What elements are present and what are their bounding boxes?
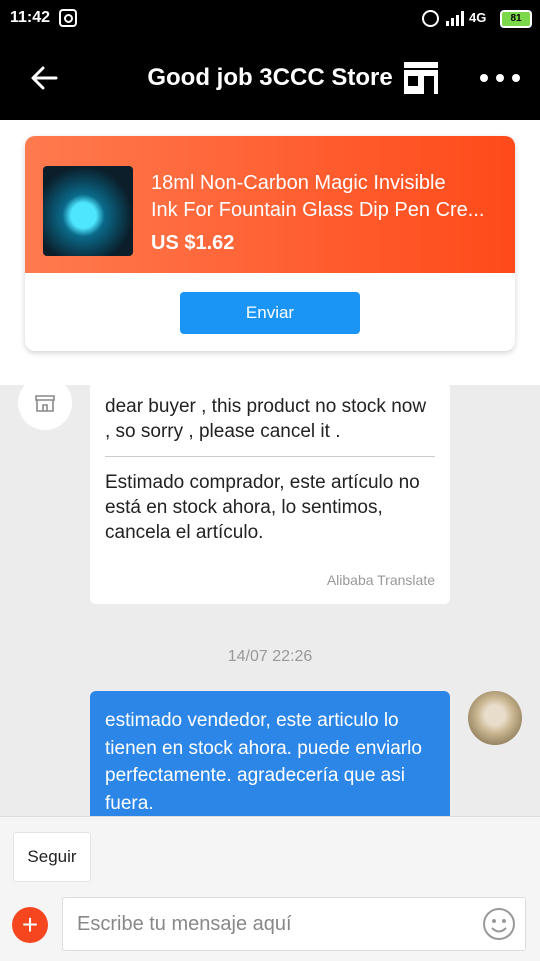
- product-thumbnail[interactable]: [43, 166, 133, 256]
- emoji-icon[interactable]: [482, 907, 516, 941]
- user-avatar[interactable]: [468, 691, 522, 745]
- product-card[interactable]: 18ml Non-Carbon Magic Invisible Ink For …: [25, 136, 515, 351]
- network-type: 4G: [469, 10, 487, 25]
- status-time: 11:42: [10, 9, 51, 26]
- more-dots-icon[interactable]: [480, 74, 520, 84]
- follow-button[interactable]: Seguir: [13, 832, 91, 882]
- translation-divider: [105, 456, 435, 457]
- store-icon[interactable]: [402, 60, 440, 96]
- alarm-icon: [422, 10, 439, 27]
- signal-icon: [446, 10, 466, 26]
- chat-header: Good job 3CCC Store: [0, 38, 540, 120]
- message-timestamp: 14/07 22:26: [227, 648, 313, 665]
- incoming-message[interactable]: dear buyer , this product no stock now ,…: [90, 382, 450, 604]
- send-product-button[interactable]: Enviar: [180, 292, 360, 334]
- battery-icon: 81: [500, 10, 532, 28]
- instagram-icon: [59, 9, 77, 27]
- page-title: Good job 3CCC Store: [147, 64, 393, 91]
- store-icon: [35, 393, 55, 413]
- add-attachment-button[interactable]: +: [12, 907, 48, 943]
- product-name-line1: 18ml Non-Carbon Magic Invisible: [151, 172, 446, 194]
- message-text: estimado vendedor, este articulo lo tien…: [105, 710, 422, 814]
- product-price: US $1.62: [151, 232, 235, 254]
- message-translation: Estimado comprador, este artículo no est…: [105, 472, 420, 543]
- outgoing-message[interactable]: estimado vendedor, este articulo lo tien…: [90, 691, 450, 816]
- status-bar: 11:42 4G 81: [0, 0, 540, 38]
- message-input[interactable]: [62, 897, 526, 951]
- message-text: dear buyer , this product no stock now ,…: [105, 396, 427, 442]
- product-info[interactable]: 18ml Non-Carbon Magic Invisible Ink For …: [25, 136, 515, 273]
- translation-source: Alibaba Translate: [326, 572, 435, 588]
- input-bar: Seguir +: [0, 816, 540, 961]
- chat-area[interactable]: 18ml Non-Carbon Magic Invisible Ink For …: [0, 120, 540, 816]
- product-name-line2: Ink For Fountain Glass Dip Pen Cre...: [151, 199, 485, 221]
